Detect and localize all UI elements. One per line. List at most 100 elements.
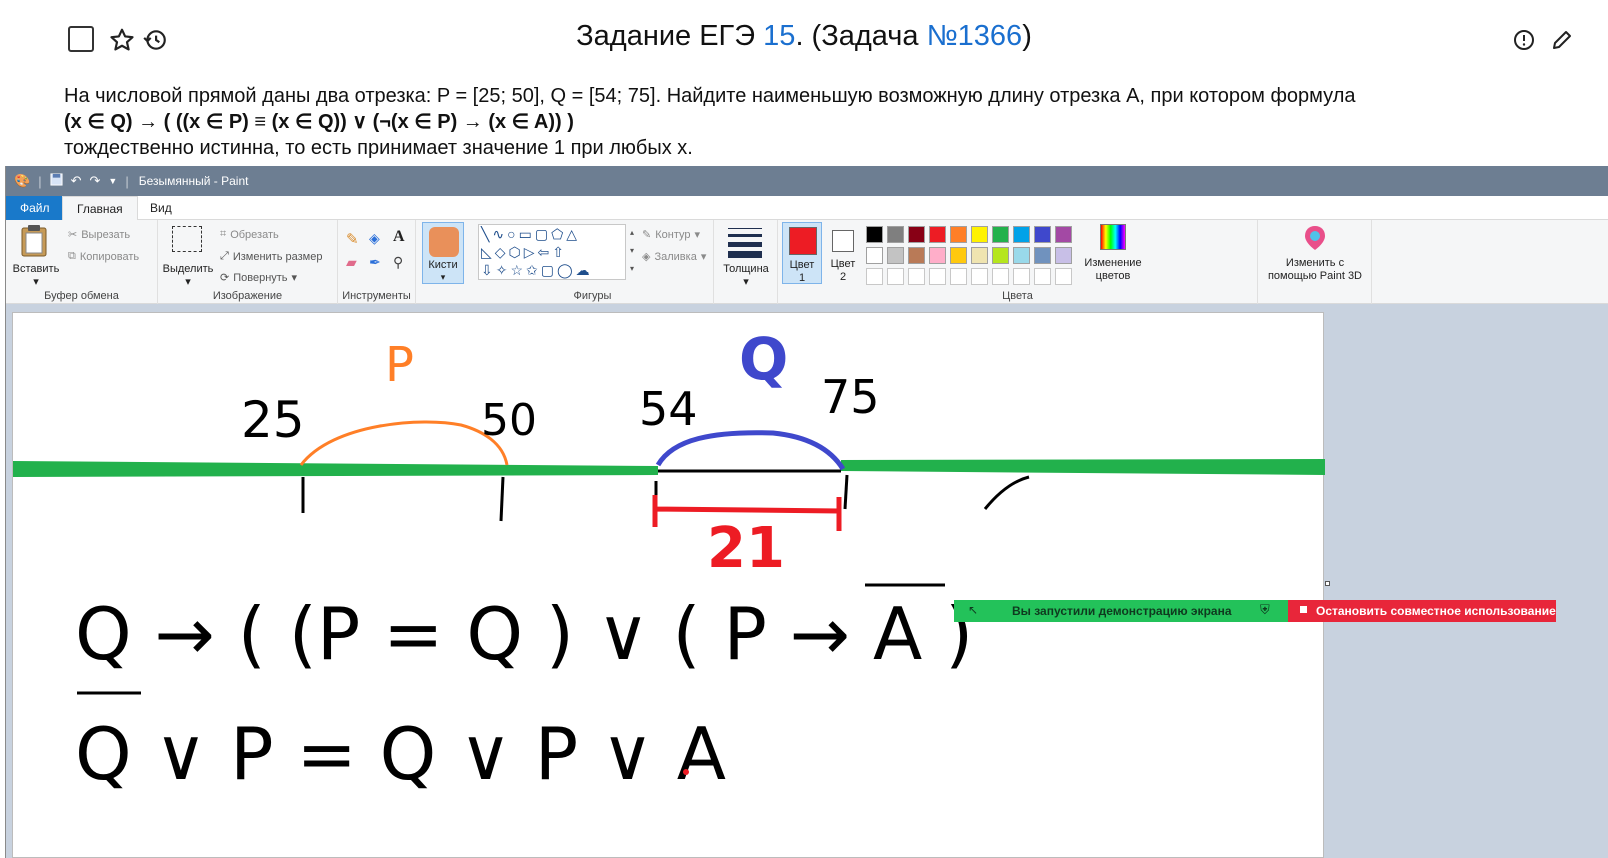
magnifier-tool[interactable]: ⚲: [393, 254, 403, 271]
fill-tool[interactable]: ◈: [369, 230, 380, 247]
stop-sharing-button[interactable]: Остановить совместное использование: [1288, 600, 1556, 622]
custom-color-slot[interactable]: [1055, 268, 1072, 285]
custom-color-slot[interactable]: [971, 268, 988, 285]
color1-swatch: [789, 227, 817, 255]
group-image: Выделить ▾ ⌗ Обрезать ⤢ Изменить размер ⟳ По…: [158, 220, 338, 304]
share-status: ↖ Вы запустили демонстрацию экрана ⛨: [954, 600, 1288, 622]
label-25: 25: [241, 391, 305, 449]
text-tool[interactable]: A: [393, 228, 405, 246]
green-line-right: [841, 459, 1325, 475]
palette-swatch[interactable]: [971, 247, 988, 264]
undo-icon[interactable]: ↶: [71, 173, 82, 189]
green-line-left: [13, 461, 658, 477]
palette-swatch[interactable]: [929, 247, 946, 264]
label-q: Q: [739, 325, 788, 393]
eraser-tool[interactable]: ▰: [346, 254, 357, 271]
shapes-scroll[interactable]: ▴ ▾ ▾: [627, 224, 637, 280]
color-picker-tool[interactable]: ✒: [369, 254, 381, 271]
tick-50: [499, 476, 505, 522]
palette-swatch[interactable]: [887, 247, 904, 264]
text-icon: A: [393, 228, 405, 245]
size-button[interactable]: Толщина ▾: [714, 263, 778, 289]
palette-swatch[interactable]: [971, 226, 988, 243]
label-21: 21: [707, 516, 785, 581]
paste-button[interactable]: Вставить ▾: [10, 263, 62, 289]
palette-swatch[interactable]: [866, 226, 883, 243]
size-icon[interactable]: [728, 228, 762, 258]
drawing-canvas[interactable]: P Q 25 50 54 75 21 Q → ( (P = Q ) ∨ ( P …: [12, 312, 1330, 858]
fill-button[interactable]: ◈ Заливка ▾: [642, 250, 706, 264]
report-icon[interactable]: [1510, 26, 1538, 54]
task-number-link[interactable]: 15: [763, 20, 795, 52]
paint3d-icon[interactable]: [1301, 224, 1329, 252]
palette-swatch[interactable]: [1034, 226, 1051, 243]
group-label-image: Изображение: [212, 290, 283, 302]
copy-button[interactable]: ⧉ Копировать: [68, 250, 139, 263]
custom-color-slot[interactable]: [992, 268, 1009, 285]
cut-button[interactable]: ✂ Вырезать: [68, 228, 130, 242]
resize-button[interactable]: ⤢ Изменить размер: [220, 250, 322, 263]
palette-swatch[interactable]: [992, 226, 1009, 243]
palette-swatch[interactable]: [908, 226, 925, 243]
group-label-colors: Цвета: [1002, 290, 1033, 302]
rotate-icon: ⟳: [220, 272, 230, 284]
group-tools: ✎ ◈ A ▰ ✒ ⚲ Инструменты: [338, 220, 416, 304]
title-middle: . (Задача: [795, 20, 927, 52]
handwritten-formula-1: Q → ( (P = Q ) ∨ ( P → A ): [75, 592, 973, 676]
arc-q: [655, 430, 846, 471]
color-palette[interactable]: [866, 222, 1086, 286]
palette-swatch[interactable]: [1055, 226, 1072, 243]
stray-stroke: [983, 475, 1030, 510]
tab-home[interactable]: Главная: [62, 196, 138, 221]
paint-app-icon[interactable]: 🎨: [14, 173, 30, 189]
paint3d-button[interactable]: Изменить с помощью Paint 3D: [1258, 257, 1372, 283]
crop-icon: ⌗: [220, 228, 227, 240]
outline-button[interactable]: ✎ Контур ▾: [642, 228, 700, 242]
palette-swatch[interactable]: [1055, 247, 1072, 264]
select-icon[interactable]: [172, 226, 202, 252]
custom-color-slot[interactable]: [1013, 268, 1030, 285]
pencil-tool[interactable]: ✎: [346, 230, 359, 248]
label-p: P: [385, 337, 414, 393]
custom-color-slot[interactable]: [866, 268, 883, 285]
edit-icon[interactable]: [1548, 26, 1576, 54]
eyedropper-icon: ✒: [369, 254, 381, 270]
crop-button[interactable]: ⌗ Обрезать: [220, 228, 279, 241]
tab-file[interactable]: Файл: [6, 196, 64, 220]
edit-colors-icon[interactable]: [1100, 224, 1126, 250]
palette-swatch[interactable]: [950, 247, 967, 264]
save-icon[interactable]: [50, 173, 63, 189]
paste-icon[interactable]: [20, 224, 50, 263]
shapes-gallery[interactable]: ╲∿○▭▢⬠△ ◺◇⬡▷⇦⇧ ⇩✧☆✩▢◯☁: [478, 224, 626, 280]
custom-color-slot[interactable]: [1034, 268, 1051, 285]
custom-color-slot[interactable]: [950, 268, 967, 285]
custom-color-slot[interactable]: [908, 268, 925, 285]
custom-color-slot[interactable]: [887, 268, 904, 285]
group-brushes: Кисти ▾: [418, 220, 468, 304]
palette-swatch[interactable]: [1034, 247, 1051, 264]
palette-swatch[interactable]: [908, 247, 925, 264]
palette-swatch[interactable]: [1013, 226, 1030, 243]
redo-icon[interactable]: ↷: [89, 173, 100, 189]
problem-id-link[interactable]: №1366: [927, 20, 1023, 52]
canvas-resize-handle[interactable]: [1325, 581, 1330, 586]
palette-swatch[interactable]: [1013, 247, 1030, 264]
canvas-area: P Q 25 50 54 75 21 Q → ( (P = Q ) ∨ ( P …: [6, 304, 1608, 858]
rotate-button[interactable]: ⟳ Повернуть ▾: [220, 271, 297, 285]
select-button[interactable]: Выделить ▾: [160, 263, 216, 289]
magnifier-icon: ⚲: [393, 254, 404, 270]
customize-toolbar-icon[interactable]: ▼: [108, 176, 117, 186]
palette-swatch[interactable]: [866, 247, 883, 264]
palette-swatch[interactable]: [992, 247, 1009, 264]
palette-swatch[interactable]: [887, 226, 904, 243]
palette-swatch[interactable]: [929, 226, 946, 243]
group-paint3d: Изменить с помощью Paint 3D: [1258, 220, 1372, 304]
brushes-button[interactable]: Кисти ▾: [422, 222, 464, 284]
color2-button[interactable]: Цвет 2: [826, 222, 862, 284]
custom-color-slot[interactable]: [929, 268, 946, 285]
edit-colors-button[interactable]: Изменение цветов: [1076, 257, 1150, 283]
palette-swatch[interactable]: [950, 226, 967, 243]
group-size: Толщина ▾: [714, 220, 778, 304]
tab-view[interactable]: Вид: [136, 196, 186, 220]
color1-button[interactable]: Цвет 1: [782, 222, 822, 284]
